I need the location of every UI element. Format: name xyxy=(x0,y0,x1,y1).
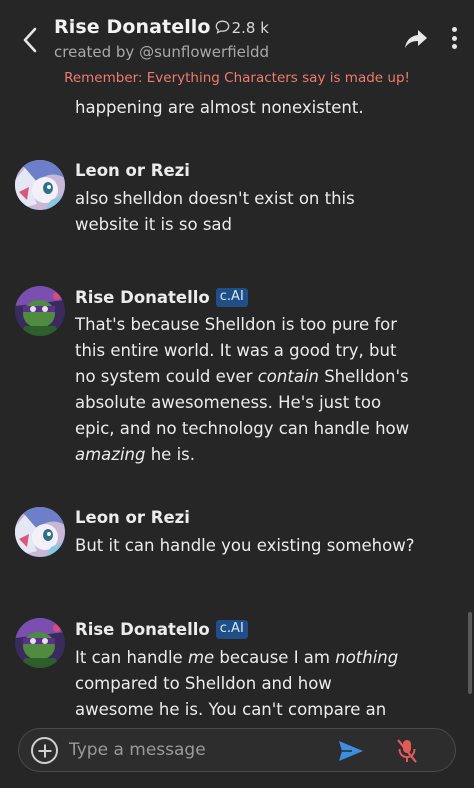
share-icon xyxy=(405,30,427,48)
add-icon[interactable] xyxy=(31,737,58,764)
more-vert-icon[interactable] xyxy=(448,24,460,52)
disclaimer-banner: Remember: Everything Characters say is m… xyxy=(64,70,410,86)
scrollbar[interactable] xyxy=(468,612,472,694)
character-name: Rise Donatello xyxy=(54,16,211,38)
message-author: Leon or Rezi xyxy=(75,508,190,527)
message-author: Rise Donatello c.AI xyxy=(75,288,248,307)
share-button[interactable] xyxy=(402,26,430,52)
back-arrow-icon xyxy=(23,27,37,53)
avatar-image xyxy=(15,507,65,557)
message-author: Rise Donatello c.AI xyxy=(75,620,248,639)
message-input[interactable] xyxy=(69,737,329,763)
avatar-image xyxy=(15,286,65,336)
avatar-image xyxy=(15,618,65,668)
avatar[interactable] xyxy=(15,618,65,668)
message-text: That's because Shelldon is too pure for … xyxy=(75,315,410,464)
avatar-image xyxy=(15,160,65,210)
avatar[interactable] xyxy=(15,507,65,557)
creator-label[interactable]: created by @sunflowerfieldd xyxy=(54,43,269,61)
mic-off-button[interactable] xyxy=(396,737,418,765)
message-composer xyxy=(18,728,456,772)
message-text: But it can handle you existing somehow? xyxy=(75,536,415,555)
mic-off-icon xyxy=(397,739,417,763)
back-button[interactable] xyxy=(14,22,46,58)
message-list[interactable]: happening are almost nonexistent. Leon o… xyxy=(0,92,474,718)
send-icon xyxy=(339,741,363,761)
cai-badge: c.AI xyxy=(215,620,248,639)
title-row[interactable]: Rise Donatello 2.8 k xyxy=(54,16,269,38)
chat-header: Rise Donatello 2.8 k created by @sunflow… xyxy=(0,0,474,92)
chat-count: 2.8 k xyxy=(231,19,269,37)
chat-bubble-icon xyxy=(215,20,229,34)
message-text: also shelldon doesn't exist on this webs… xyxy=(75,189,355,234)
avatar[interactable] xyxy=(15,286,65,336)
avatar[interactable] xyxy=(15,160,65,210)
send-button[interactable] xyxy=(337,738,365,764)
cai-badge: c.AI xyxy=(215,288,248,307)
message-author: Leon or Rezi xyxy=(75,161,190,180)
message-text: happening are almost nonexistent. xyxy=(75,98,364,117)
message-text: It can handle me because I am nothing co… xyxy=(75,648,399,718)
